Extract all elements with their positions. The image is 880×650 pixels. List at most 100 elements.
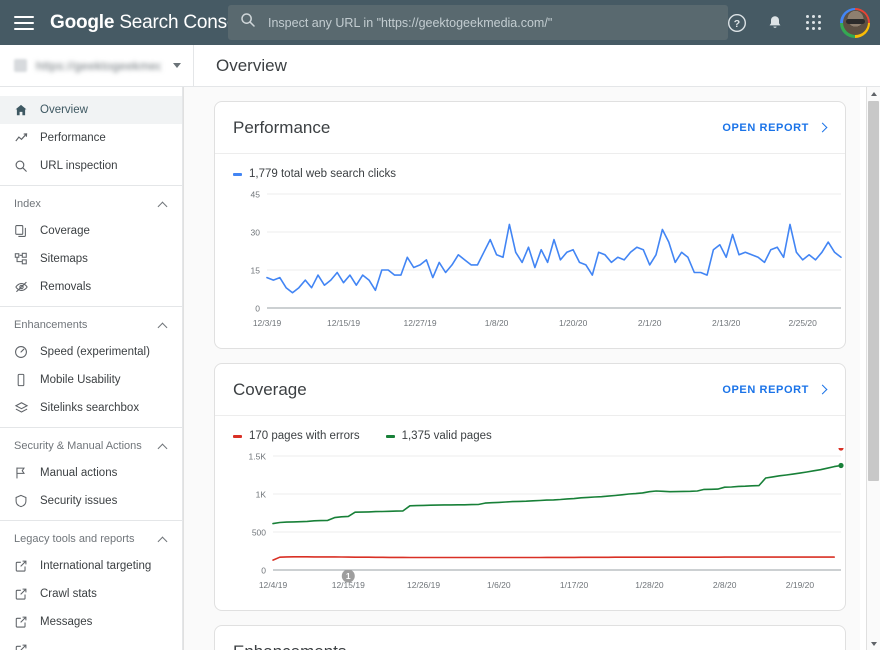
performance-card: Performance OPEN REPORT 1,779 total web … [214,101,846,349]
avatar[interactable] [840,8,870,38]
svg-text:2/13/20: 2/13/20 [712,318,741,328]
sidebar-item-mobile-usability[interactable]: Mobile Usability [0,366,182,394]
svg-text:2/25/20: 2/25/20 [789,318,818,328]
sidebar-item-speed[interactable]: Speed (experimental) [0,338,182,366]
sidebar-section-label: Index [14,198,159,210]
coverage-chart-svg: 05001K1.5K12/4/1912/15/1912/26/191/6/201… [233,448,845,598]
sidebar-item-label: URL inspection [40,160,118,172]
chevron-down-icon[interactable] [173,63,181,68]
chevron-up-icon[interactable] [159,321,168,330]
svg-text:?: ? [734,18,740,30]
sidebar-item-manual-actions[interactable]: Manual actions [0,459,182,487]
sitemap-icon [14,252,31,266]
mobile-icon [14,373,31,387]
hamburger-icon[interactable] [14,16,34,30]
performance-chart[interactable]: 015304512/3/1912/15/1912/27/191/8/201/20… [215,180,845,348]
sidebar-item-label: Manual actions [40,467,117,479]
chevron-up-icon[interactable] [159,535,168,544]
sidebar-item-label: Sitelinks searchbox [40,402,139,414]
speedometer-icon [14,345,31,359]
svg-text:2/19/20: 2/19/20 [786,580,815,590]
flag-icon [14,466,31,480]
svg-text:30: 30 [251,228,261,238]
sidebar-section-label: Legacy tools and reports [14,533,159,545]
trending-up-icon [14,131,31,145]
home-icon [14,103,31,117]
svg-text:1K: 1K [256,490,267,500]
chevron-up-icon[interactable] [159,200,168,209]
brand-google: Google [50,12,114,33]
sidebar-item-overview[interactable]: Overview [0,96,182,124]
sidebar-item-label: Coverage [40,225,90,237]
svg-text:2/8/20: 2/8/20 [713,580,737,590]
content-scrollbar[interactable] [866,87,880,650]
sidebar-section-legacy[interactable]: Legacy tools and reports [0,526,182,552]
sidebar-item-label: Crawl stats [40,588,97,600]
property-bar: https://geektogeekmedia.com/ Overview [0,45,880,87]
sidebar-section-label: Enhancements [14,319,159,331]
performance-chart-svg: 015304512/3/1912/15/1912/27/191/8/201/20… [233,186,845,336]
property-selector[interactable]: https://geektogeekmedia.com/ [0,45,194,87]
url-inspection-search-box[interactable] [228,5,728,40]
sidebar-section-security[interactable]: Security & Manual Actions [0,433,182,459]
sidebar-item-sitemaps[interactable]: Sitemaps [0,245,182,273]
svg-text:1/17/20: 1/17/20 [560,580,589,590]
svg-text:1: 1 [346,571,351,581]
sidebar-item-removals[interactable]: Removals [0,273,182,301]
bell-icon[interactable] [758,6,792,40]
svg-text:1/20/20: 1/20/20 [559,318,588,328]
coverage-card-title: Coverage [233,380,722,400]
coverage-annotation-badge: 1 [342,570,355,583]
sidebar-item-partial[interactable] [0,636,182,650]
svg-text:12/3/19: 12/3/19 [253,318,282,328]
sidebar-item-coverage[interactable]: Coverage [0,217,182,245]
content-scrollbar-thumb[interactable] [868,101,879,481]
svg-text:1/28/20: 1/28/20 [635,580,664,590]
sidebar-item-label: Performance [40,132,106,144]
apps-grid-icon[interactable] [796,6,830,40]
sidebar-item-messages[interactable]: Messages [0,608,182,636]
coverage-chart[interactable]: 05001K1.5K12/4/1912/15/1912/26/191/6/201… [215,442,845,610]
sidebar-divider [0,185,182,186]
legend-item-clicks[interactable]: 1,779 total web search clicks [233,168,396,180]
help-circle-icon[interactable]: ? [720,6,754,40]
layers-icon [14,401,31,415]
sidebar-item-performance[interactable]: Performance [0,124,182,152]
sidebar-item-international-targeting[interactable]: International targeting [0,552,182,580]
coverage-card-header: Coverage OPEN REPORT [215,364,845,416]
svg-text:12/15/19: 12/15/19 [327,318,360,328]
legend-marker [233,435,242,438]
enhancements-card-header: Enhancements [215,626,845,650]
sidebar-item-crawl-stats[interactable]: Crawl stats [0,580,182,608]
sidebar-section-label: Security & Manual Actions [14,440,159,452]
svg-text:500: 500 [252,528,266,538]
coverage-open-report-link[interactable]: OPEN REPORT [722,384,827,396]
chevron-up-icon[interactable] [159,442,168,451]
sidebar-item-security-issues[interactable]: Security issues [0,487,182,515]
legend-marker [233,173,242,176]
sidebar-section-enhancements[interactable]: Enhancements [0,312,182,338]
property-favicon-icon [14,59,27,72]
legend-item-valid[interactable]: 1,375 valid pages [386,430,492,442]
svg-text:12/26/19: 12/26/19 [407,580,440,590]
scroll-down-icon[interactable] [867,637,880,650]
search-input[interactable] [268,16,698,30]
sidebar-divider [0,427,182,428]
header-icon-group: ? [720,0,870,45]
external-link-icon [14,559,31,573]
open-report-label: OPEN REPORT [722,384,809,396]
svg-text:1/8/20: 1/8/20 [485,318,509,328]
sidebar-item-url-inspection[interactable]: URL inspection [0,152,182,180]
legend-label: 1,375 valid pages [402,430,492,442]
coverage-card: Coverage OPEN REPORT 170 pages with erro… [214,363,846,611]
sidebar-item-sitelinks-searchbox[interactable]: Sitelinks searchbox [0,394,182,422]
sidebar-divider [0,306,182,307]
performance-open-report-link[interactable]: OPEN REPORT [722,122,827,134]
performance-card-header: Performance OPEN REPORT [215,102,845,154]
sidebar-section-index[interactable]: Index [0,191,182,217]
chevron-right-icon [818,123,827,132]
sidebar-item-label: Security issues [40,495,117,507]
scroll-up-icon[interactable] [867,87,880,100]
shield-icon [14,494,31,508]
legend-item-errors[interactable]: 170 pages with errors [233,430,360,442]
